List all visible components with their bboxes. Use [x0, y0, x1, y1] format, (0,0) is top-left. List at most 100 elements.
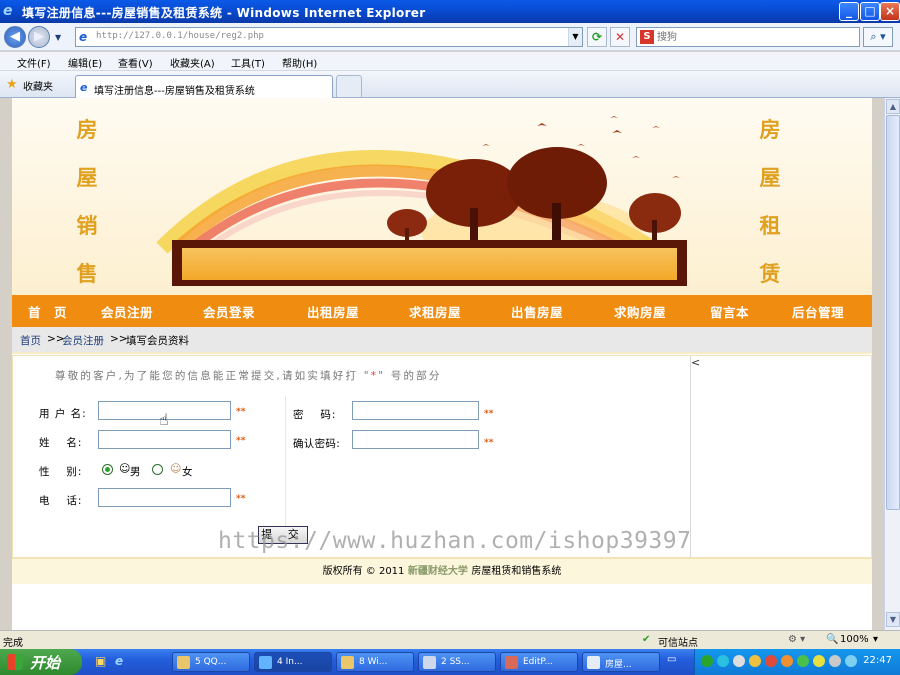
back-arrow-icon: ◀ [10, 29, 20, 44]
menu-file[interactable]: 文件(F) [17, 55, 51, 70]
menu-view[interactable]: 查看(V) [118, 55, 153, 70]
status-bar: 完成 ✔ 可信站点 ⚙ ▾ 🔍 100% ▾ [0, 630, 900, 649]
taskbar-item-label: 2 SS... [441, 657, 470, 667]
name-input[interactable] [98, 430, 231, 449]
banner-illustration [12, 98, 872, 295]
stop-icon: ✕ [614, 30, 626, 44]
menu-favorites[interactable]: 收藏夹(A) [170, 55, 215, 70]
tray-icon[interactable] [797, 655, 809, 667]
gender-male-label: 男 [130, 466, 141, 478]
zoom-level[interactable]: 100% [840, 634, 869, 645]
taskbar-item-editplus[interactable]: EditP... [500, 652, 578, 672]
address-field[interactable]: e http://127.0.0.1/house/reg2.php ▼ [75, 27, 583, 47]
gender-male-radio[interactable] [102, 464, 113, 475]
scroll-down-button[interactable]: ▼ [886, 612, 900, 627]
menu-help[interactable]: 帮助(H) [282, 55, 317, 70]
vertical-scrollbar[interactable]: ▲ ▼ [884, 98, 900, 630]
show-desktop-icon[interactable]: ▣ [95, 654, 111, 670]
tray-icon[interactable] [845, 655, 857, 667]
tray-icon[interactable] [717, 655, 729, 667]
tray-icon[interactable] [765, 655, 777, 667]
taskbar-item-label: 4 In... [277, 657, 303, 667]
confirm-password-input[interactable] [352, 430, 479, 449]
browser-tab[interactable]: e 填写注册信息---房屋销售及租赁系统 [75, 75, 333, 98]
window-title-bar[interactable]: e 填写注册信息---房屋销售及租赁系统 - Windows Internet … [0, 0, 900, 23]
page-footer: 版权所有 © 2011 新疆财经大学 房屋租赁和销售系统 [12, 558, 872, 584]
gender-female-radio[interactable] [152, 464, 163, 475]
password-input[interactable] [352, 401, 479, 420]
nav-register[interactable]: 会员注册 [101, 302, 153, 321]
breadcrumb-home[interactable]: 首页 [20, 333, 41, 348]
editplus-icon [505, 656, 518, 669]
forward-arrow-icon: ▶ [34, 29, 44, 44]
windows-flag-icon [7, 654, 23, 670]
taskbar-item-label: 房屋... [605, 660, 632, 670]
scroll-up-button[interactable]: ▲ [886, 99, 900, 114]
banner-right-char: 屋 [759, 165, 781, 190]
breadcrumb-register[interactable]: 会员注册 [62, 333, 104, 348]
start-label: 开始 [30, 654, 61, 672]
zoom-dropdown-icon[interactable]: ▾ [873, 634, 878, 645]
gender-female-label: 女 [182, 466, 193, 478]
maximize-button[interactable]: □ [860, 2, 880, 21]
status-text: 完成 [3, 638, 23, 649]
window-icon [423, 656, 436, 669]
close-button[interactable]: × [880, 2, 900, 21]
panel-collapse-icon[interactable]: < [691, 356, 700, 369]
tray-icon[interactable] [749, 655, 761, 667]
minimize-button[interactable]: _ [839, 2, 859, 21]
breadcrumb: 首页 >> 会员注册 >> 填写会员资料 [12, 327, 872, 354]
tray-icon[interactable] [701, 655, 713, 667]
address-url: http://127.0.0.1/house/reg2.php [96, 31, 264, 41]
security-zone: 可信站点 [658, 638, 698, 649]
search-box: S [636, 27, 860, 47]
address-dropdown-icon[interactable]: ▼ [568, 28, 582, 46]
banner-right-char: 租 [759, 213, 781, 238]
stop-button[interactable]: ✕ [610, 27, 630, 47]
nav-sell[interactable]: 出售房屋 [511, 302, 563, 321]
taskbar-item-label: 5 QQ... [195, 657, 227, 667]
taskbar-item-ie[interactable]: 4 In... [254, 652, 332, 672]
favorites-bar: ★ 收藏夹 e 填写注册信息---房屋销售及租赁系统 [0, 71, 900, 98]
start-button[interactable]: 开始 [0, 649, 82, 675]
history-dropdown-icon[interactable]: ▼ [55, 33, 65, 42]
back-button[interactable]: ◀ [4, 26, 26, 48]
taskbar-item-label: 8 Wi... [359, 657, 388, 667]
nav-guestbook[interactable]: 留言本 [710, 302, 749, 321]
favorites-star-icon[interactable]: ★ [6, 77, 18, 92]
search-input[interactable] [657, 30, 853, 44]
quicklaunch-ie-icon[interactable]: e [115, 654, 131, 670]
nav-admin[interactable]: 后台管理 [792, 302, 844, 321]
tray-icon[interactable] [733, 655, 745, 667]
nav-login[interactable]: 会员登录 [203, 302, 255, 321]
protected-mode-icon[interactable]: ⚙ ▾ [788, 634, 805, 645]
taskbar-item-ss[interactable]: 2 SS... [418, 652, 496, 672]
favorites-button[interactable]: 收藏夹 [23, 78, 53, 93]
form-column-divider [285, 396, 286, 536]
menu-tools[interactable]: 工具(T) [231, 55, 265, 70]
taskbar-item-explorer[interactable]: 8 Wi... [336, 652, 414, 672]
ie-logo-icon: e [3, 3, 13, 19]
forward-button[interactable]: ▶ [28, 26, 50, 48]
nav-buy[interactable]: 求购房屋 [614, 302, 666, 321]
tray-icon[interactable] [781, 655, 793, 667]
keyboard-icon[interactable]: ▭ [667, 654, 683, 670]
tray-icon[interactable] [829, 655, 841, 667]
nav-seek-rent[interactable]: 求租房屋 [409, 302, 461, 321]
taskbar-item-qq[interactable]: 5 QQ... [172, 652, 250, 672]
refresh-icon: ⟳ [591, 30, 603, 44]
footer-system-name: 房屋租赁和销售系统 [471, 566, 562, 577]
new-tab-button[interactable] [336, 75, 362, 97]
taskbar-item-house[interactable]: 房屋... [582, 652, 660, 672]
tab-title: 填写注册信息---房屋销售及租赁系统 [94, 86, 255, 97]
site-banner: 房 屋 销 售 房 屋 租 赁 [12, 98, 872, 295]
menu-edit[interactable]: 编辑(E) [68, 55, 102, 70]
banner-left-slogan: 房 屋 销 售 [74, 106, 100, 295]
scrollbar-thumb[interactable] [886, 115, 900, 510]
phone-input[interactable] [98, 488, 231, 507]
search-button[interactable]: ⌕ ▾ [863, 27, 893, 47]
nav-home[interactable]: 首 页 [28, 302, 67, 321]
refresh-button[interactable]: ⟳ [587, 27, 607, 47]
tray-icon[interactable] [813, 655, 825, 667]
nav-rent-out[interactable]: 出租房屋 [307, 302, 359, 321]
